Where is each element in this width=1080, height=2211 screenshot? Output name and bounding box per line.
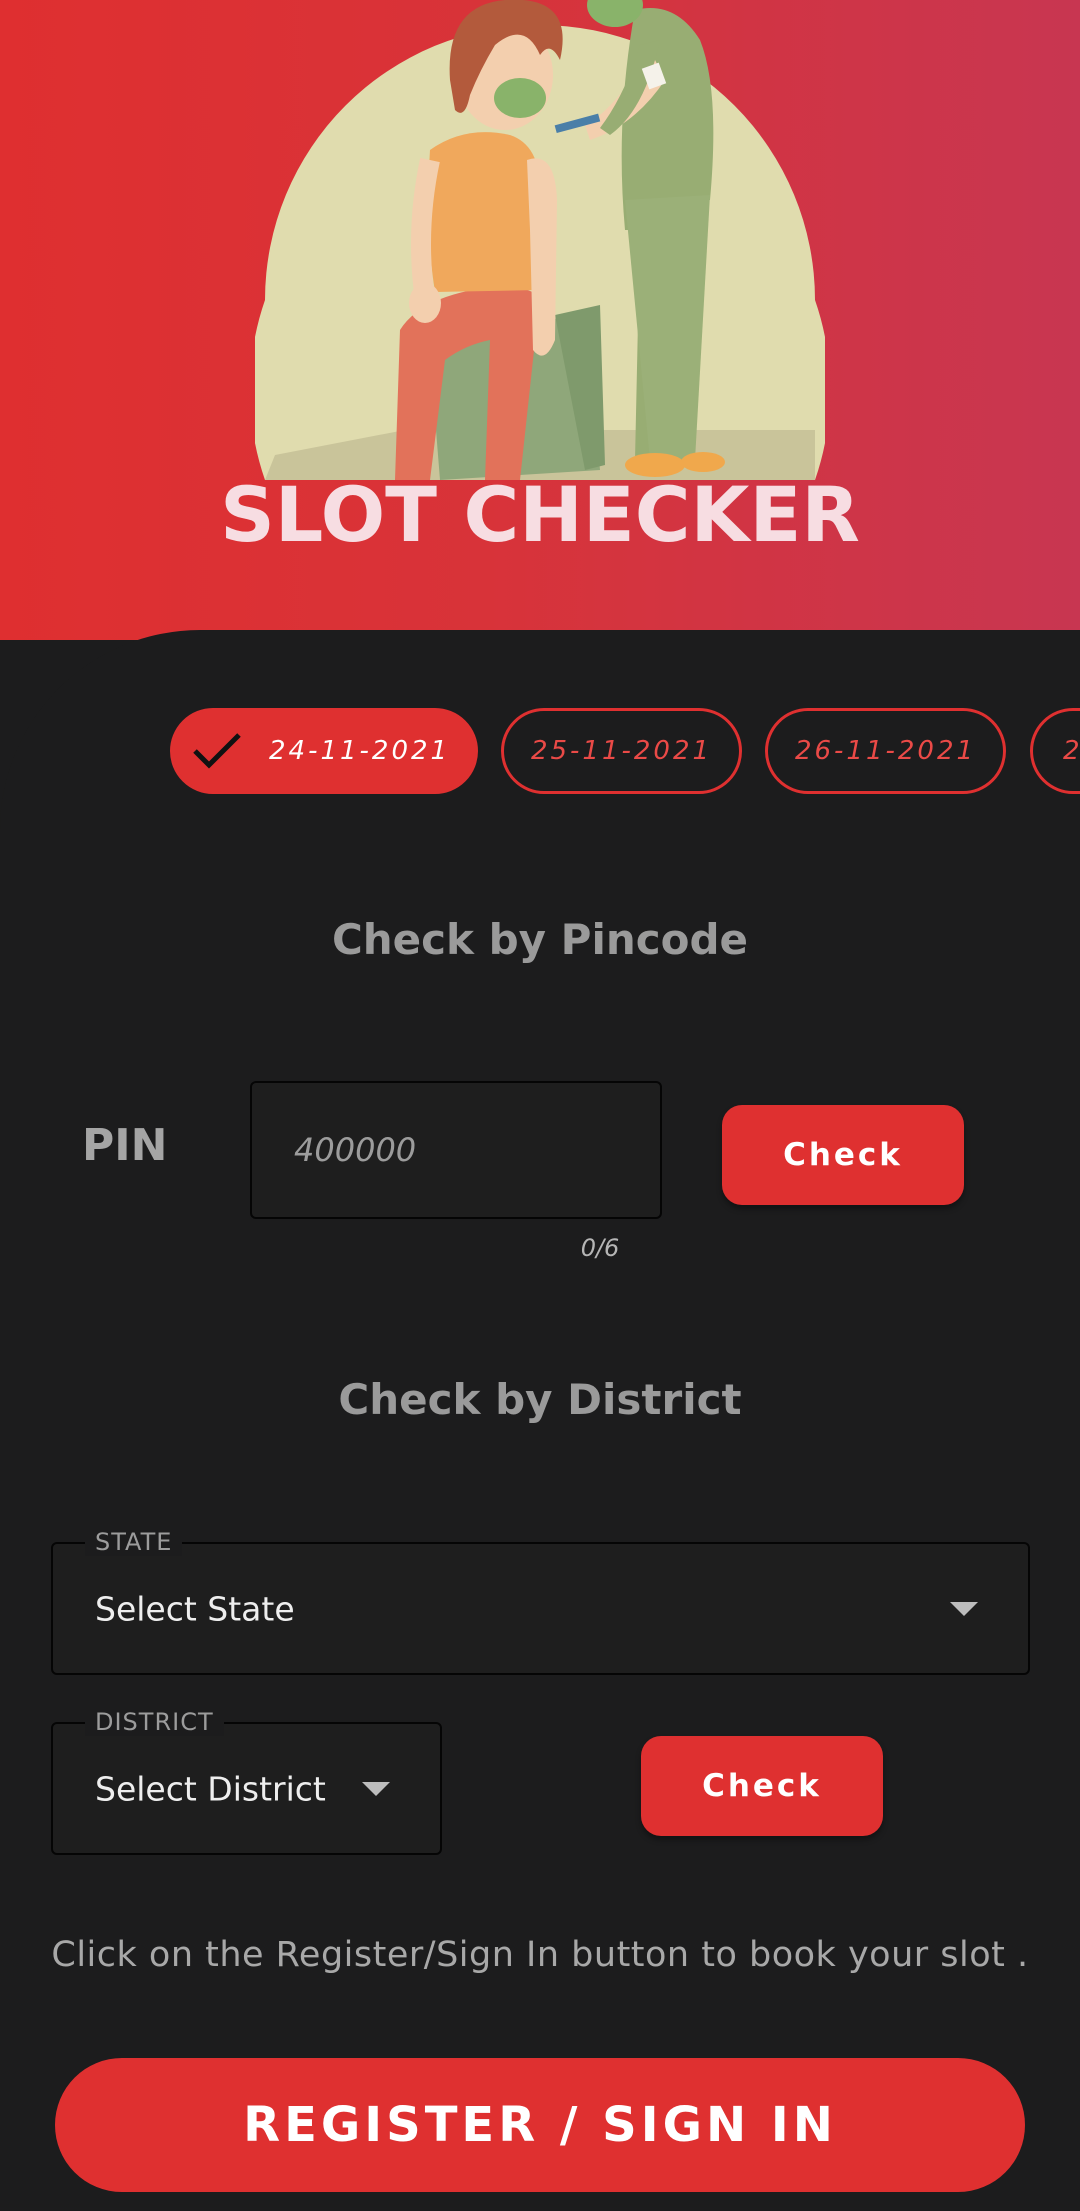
pincode-input[interactable] (250, 1081, 662, 1219)
district-select[interactable]: DISTRICT Select District (51, 1708, 442, 1855)
check-icon (193, 733, 241, 769)
district-check-button[interactable]: Check (641, 1736, 883, 1836)
register-hint-text: Click on the Register/Sign In button to … (51, 1935, 1029, 1975)
date-chip[interactable]: 25-11-2021 (501, 708, 742, 794)
app-title: SLOT CHECKER (220, 470, 860, 559)
caret-down-icon (362, 1781, 390, 1796)
state-select-value: Select State (95, 1589, 295, 1628)
date-chip-label: 2 (1063, 736, 1080, 766)
state-select[interactable]: STATE Select State (51, 1528, 1030, 1675)
date-chip-label: 24-11-2021 (269, 736, 451, 766)
hero-banner: SLOT CHECKER (0, 0, 1080, 640)
slot-checker-screen: SLOT CHECKER 24-11-2021 25-11-2021 26-11… (0, 0, 1080, 2211)
register-signin-button[interactable]: REGISTER / SIGN IN (55, 2058, 1025, 2192)
date-chip[interactable]: 26-11-2021 (765, 708, 1006, 794)
pincode-char-counter: 0/6 (580, 1234, 620, 1262)
state-select-legend: STATE (85, 1528, 183, 1556)
district-select-legend: DISTRICT (85, 1708, 224, 1736)
vaccination-illustration (255, 0, 825, 480)
date-chip-label: 26-11-2021 (794, 736, 977, 766)
date-chip-selected[interactable]: 24-11-2021 (170, 708, 478, 794)
date-chip[interactable]: 2 (1030, 708, 1080, 794)
date-chip-label: 25-11-2021 (530, 736, 713, 766)
pincode-check-button[interactable]: Check (722, 1105, 964, 1205)
district-select-value: Select District (95, 1769, 326, 1808)
district-heading: Check by District (338, 1375, 742, 1424)
caret-down-icon (950, 1601, 978, 1616)
date-chip-row[interactable]: 24-11-2021 25-11-2021 26-11-2021 2 (170, 708, 1080, 798)
pin-label: PIN (82, 1120, 168, 1171)
pincode-heading: Check by Pincode (331, 915, 749, 964)
